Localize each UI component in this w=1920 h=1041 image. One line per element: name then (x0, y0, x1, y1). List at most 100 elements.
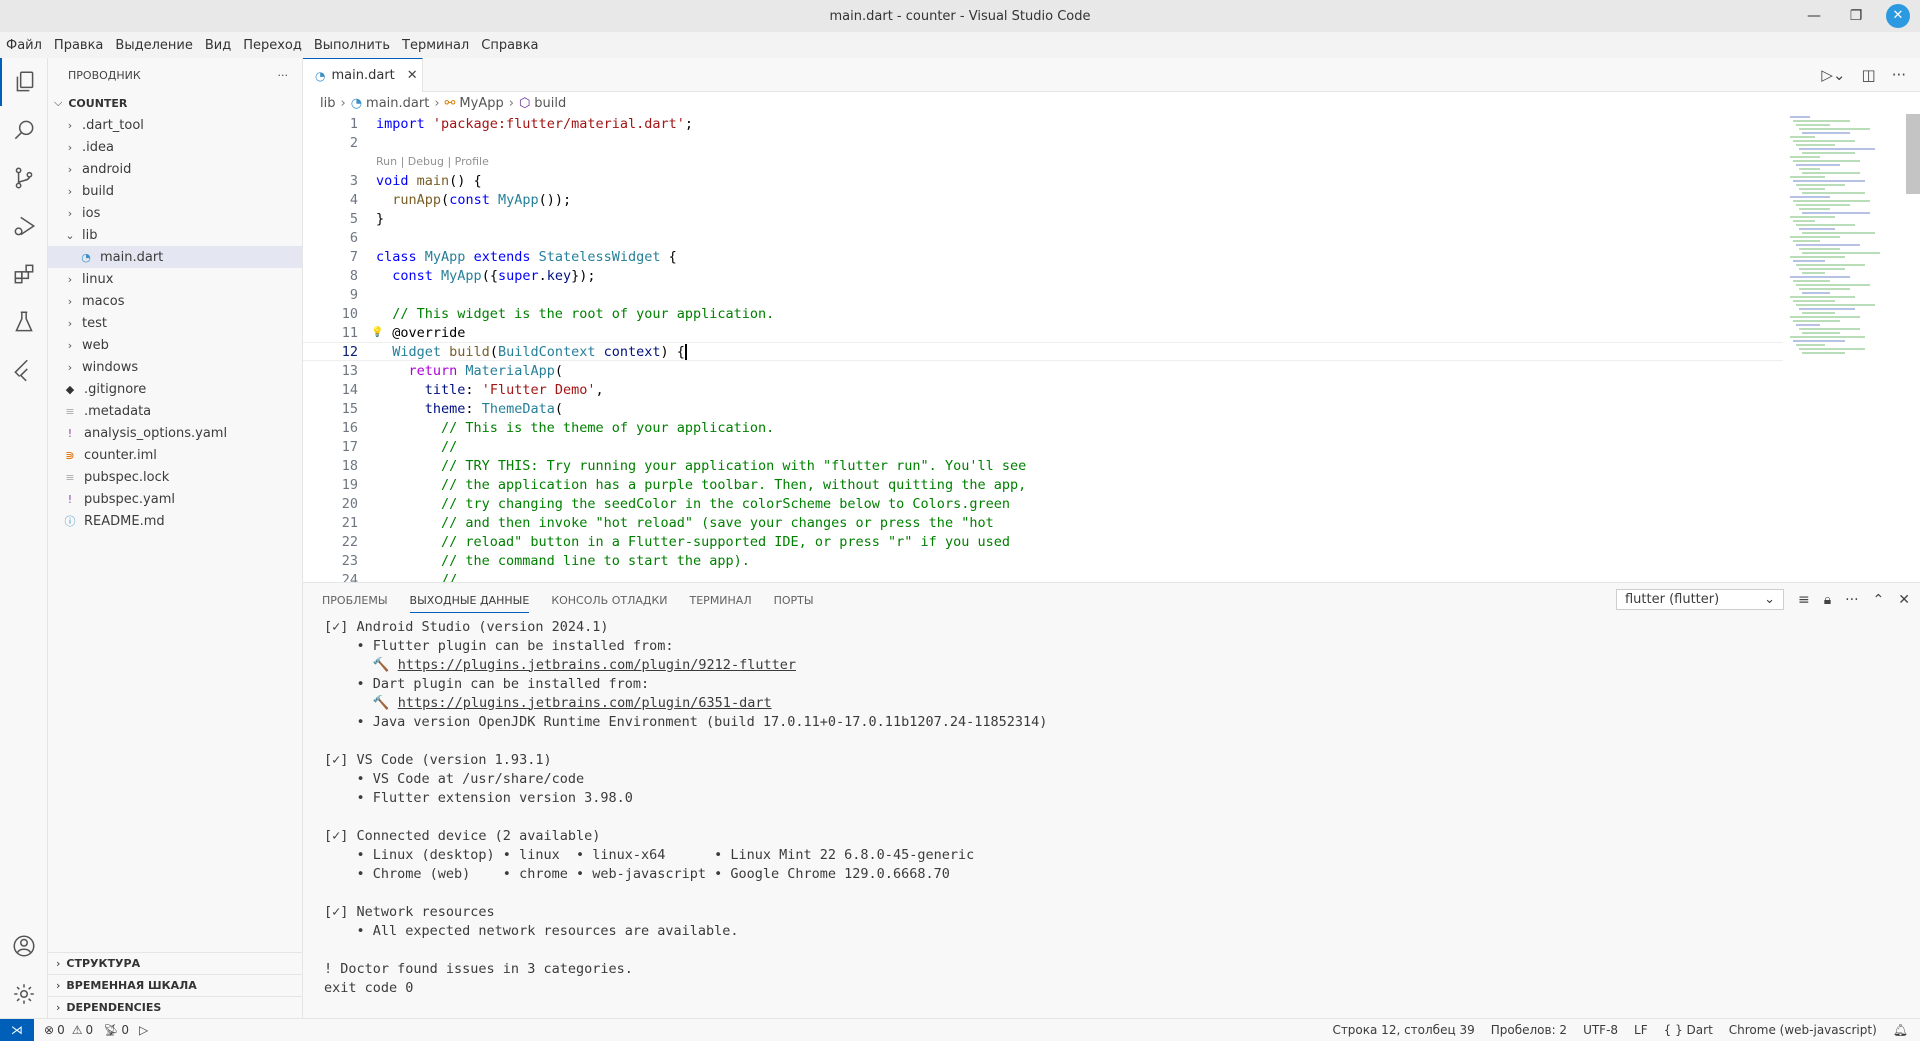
settings-icon[interactable] (0, 970, 48, 1018)
run-debug-dropdown-icon[interactable]: ▷⌄ (1821, 66, 1845, 84)
more-actions-icon[interactable]: ··· (1845, 592, 1858, 608)
item-label: lib (82, 227, 98, 243)
minimap[interactable] (1790, 114, 1880, 374)
split-editor-icon[interactable]: ◫ (1862, 66, 1876, 84)
breadcrumb-item[interactable]: lib (320, 96, 335, 111)
close-panel-icon[interactable]: ✕ (1898, 592, 1910, 608)
minimap-line (1802, 172, 1860, 174)
code-token: . (538, 267, 547, 284)
problems-indicator[interactable]: ⊗ 0 ⚠ 0 (44, 1023, 93, 1037)
editor-scrollbar[interactable] (1906, 114, 1920, 194)
file-item[interactable]: ⋑ counter.iml (48, 444, 302, 466)
output-link[interactable]: https://plugins.jetbrains.com/plugin/635… (398, 695, 772, 711)
search-icon[interactable] (0, 106, 48, 154)
extensions-icon[interactable] (0, 250, 48, 298)
menu-item[interactable]: Вид (201, 38, 235, 53)
panel-tab[interactable]: ПРОБЛЕМЫ (311, 583, 399, 617)
output-channel-select[interactable]: flutter (flutter) ⌄ (1615, 589, 1784, 610)
code-editor[interactable]: 1 import 'package:flutter/material.dart';… (303, 114, 1920, 582)
line-number: 12 (341, 343, 358, 360)
folder-item[interactable]: ⌄ lib (48, 224, 302, 246)
folder-item[interactable]: › linux (48, 268, 302, 290)
flutter-icon[interactable] (0, 346, 48, 394)
notifications-icon[interactable]: 🔔︎ (1893, 1023, 1908, 1037)
output-line: • Flutter extension version 3.98.0 (324, 789, 633, 806)
folder-item[interactable]: › build (48, 180, 302, 202)
menu-item[interactable]: Файл (2, 38, 46, 53)
file-item[interactable]: ≡ .metadata (48, 400, 302, 422)
source-control-icon[interactable] (0, 154, 48, 202)
close-button[interactable]: ✕ (1886, 4, 1910, 28)
folder-item[interactable]: › .idea (48, 136, 302, 158)
lightbulb-icon[interactable]: 💡 (371, 327, 383, 338)
remote-indicator[interactable]: ⋊ (0, 1018, 34, 1041)
output-content[interactable]: [✓] Android Studio (version 2024.1) • Fl… (303, 617, 1920, 997)
run-debug-icon[interactable] (0, 202, 48, 250)
line-number: 2 (349, 134, 358, 151)
indentation[interactable]: Пробелов: 2 (1491, 1023, 1567, 1037)
ports-indicator[interactable]: 📡︎ 0 (103, 1023, 129, 1037)
maximize-panel-icon[interactable]: ⌃ (1873, 592, 1885, 608)
file-item[interactable]: ≡ pubspec.lock (48, 466, 302, 488)
tab-label: main.dart (331, 68, 395, 83)
testing-icon[interactable] (0, 298, 48, 346)
code-token: // and then invoke "hot reload" (save yo… (376, 514, 994, 531)
code-token: class (376, 248, 425, 265)
breadcrumb-item[interactable]: main.dart (366, 96, 429, 111)
section-timeline[interactable]: › ВРЕМЕННАЯ ШКАЛА (48, 974, 303, 996)
file-item[interactable]: ! pubspec.yaml (48, 488, 302, 510)
folder-item[interactable]: › .dart_tool (48, 114, 302, 136)
account-icon[interactable] (0, 922, 48, 970)
folder-item[interactable]: › web (48, 334, 302, 356)
panel-tab[interactable]: ВЫХОДНЫЕ ДАННЫЕ (399, 583, 541, 617)
section-outline[interactable]: › СТРУКТУРА (48, 952, 303, 974)
more-actions-icon[interactable]: ··· (1892, 66, 1906, 84)
menu-item[interactable]: Выделение (111, 38, 196, 53)
encoding[interactable]: UTF-8 (1583, 1023, 1618, 1037)
language-mode[interactable]: { } Dart (1664, 1023, 1713, 1037)
clear-output-icon[interactable]: ≡ (1798, 592, 1810, 608)
section-dependencies[interactable]: › DEPENDENCIES (48, 996, 303, 1018)
code-token: void (376, 172, 417, 189)
breadcrumb-item[interactable]: build (534, 96, 566, 111)
section-label: DEPENDENCIES (66, 1001, 162, 1014)
minimize-button[interactable]: — (1802, 4, 1826, 28)
panel-tab[interactable]: ТЕРМИНАЛ (679, 583, 763, 617)
minimap-line (1793, 320, 1840, 322)
folder-item[interactable]: › ios (48, 202, 302, 224)
file-item[interactable]: ◔ main.dart (48, 246, 302, 268)
lock-scroll-icon[interactable]: 🔒︎ (1824, 592, 1831, 608)
panel-tab[interactable]: ПОРТЫ (763, 583, 825, 617)
code-line: 5} (303, 209, 1783, 228)
tab-main-dart[interactable]: ◔ main.dart ✕ (303, 58, 423, 92)
maximize-button[interactable]: ❐ (1844, 4, 1868, 28)
close-tab-icon[interactable]: ✕ (407, 68, 418, 83)
output-link[interactable]: https://plugins.jetbrains.com/plugin/921… (398, 657, 796, 673)
menu-item[interactable]: Справка (477, 38, 542, 53)
file-item[interactable]: ◆ .gitignore (48, 378, 302, 400)
breadcrumb-item[interactable]: MyApp (459, 96, 503, 111)
cursor-position[interactable]: Строка 12, столбец 39 (1332, 1023, 1474, 1037)
codelens[interactable]: Run | Debug | Profile (303, 152, 1783, 171)
menu-item[interactable]: Выполнить (310, 38, 394, 53)
explorer-icon[interactable] (0, 58, 48, 106)
folder-item[interactable]: › windows (48, 356, 302, 378)
menu-item[interactable]: Терминал (398, 38, 473, 53)
debug-status[interactable]: ▷ (139, 1023, 148, 1037)
line-number: 8 (349, 267, 358, 284)
folder-item[interactable]: › android (48, 158, 302, 180)
end-of-line[interactable]: LF (1634, 1023, 1648, 1037)
warning-icon: ⚠ (71, 1022, 83, 1037)
workspace-root[interactable]: ⌵ COUNTER (48, 92, 302, 114)
section-label: ВРЕМЕННАЯ ШКАЛА (66, 979, 197, 992)
folder-item[interactable]: › test (48, 312, 302, 334)
menu-item[interactable]: Переход (239, 38, 306, 53)
device-selector[interactable]: Chrome (web-javascript) (1729, 1023, 1877, 1037)
file-item[interactable]: ! analysis_options.yaml (48, 422, 302, 444)
menu-item[interactable]: Правка (50, 38, 107, 53)
file-item[interactable]: ⓘ README.md (48, 510, 302, 532)
panel-tab[interactable]: КОНСОЛЬ ОТЛАДКИ (540, 583, 678, 617)
more-actions-icon[interactable]: ··· (278, 69, 289, 82)
folder-item[interactable]: › macos (48, 290, 302, 312)
